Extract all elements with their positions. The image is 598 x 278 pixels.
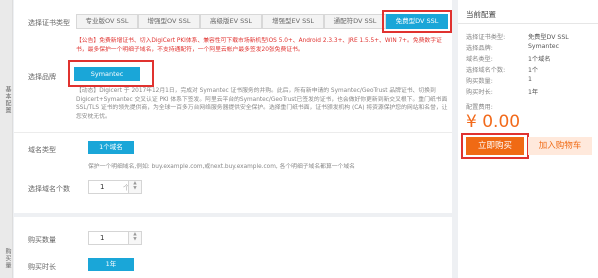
highlight-box-brand [68,60,154,87]
fee-label: 配置费用: [466,104,493,111]
add-to-cart-button[interactable]: 加入购物车 [528,137,592,155]
basic-config-card: 选择证书类型 专业版OV SSL 增强型OV SSL 高级版EV SSL 增强型… [14,0,452,213]
price-value: ¥ 0.00 [466,112,521,132]
domain-count-value: 1 [100,183,105,191]
summary-title: 当前配置 [466,10,496,19]
summary-key: 购买时长: [466,89,493,96]
summary-value: 免费型DV SSL [528,34,569,41]
domain-type-button[interactable]: 1个域名 [88,141,134,154]
config-panel: 选择证书类型 专业版OV SSL 增强型OV SSL 高级版EV SSL 增强型… [14,0,452,278]
order-summary-panel: 当前配置 选择证书类型: 免费型DV SSL 选择品牌: Symantec 域名… [458,0,598,278]
summary-key: 选择证书类型: [466,34,506,41]
summary-divider [458,23,598,24]
purchase-card: 购买数量 1 ▲ ▼ 购买时长 1年 [14,217,452,278]
section-label-basic: 基本配置 [4,86,11,114]
duration-label: 购买时长 [28,263,56,271]
notice-announcement: 【公告】免费新增证书、切入DigiCert PKI体系、兼容性可下载市场新机型i… [76,38,442,53]
notice-digicert: 【动态】Digicert 于 2017年12月1日，完成对 Symantec 证… [76,88,448,120]
left-section-strip: 基本配置 购买量 [0,0,13,278]
quantity-value: 1 [100,234,105,242]
domain-count-stepper[interactable]: 1 个 ▲ ▼ [88,180,142,194]
cert-type-label: 选择证书类型 [28,19,70,27]
summary-value: 1年 [528,89,539,96]
summary-key: 选择域名个数: [466,67,506,74]
stepper-arrows-icon[interactable]: ▲ ▼ [128,232,141,244]
tab-cert-type-0[interactable]: 专业版OV SSL [76,14,138,29]
tab-cert-type-1[interactable]: 增强型OV SSL [138,14,200,29]
domain-type-label: 域名类型 [28,146,56,154]
summary-value: Symantec [528,43,559,50]
summary-value: 1个 [528,67,539,74]
tab-cert-type-4[interactable]: 通配符DV SSL [324,14,386,29]
duration-button[interactable]: 1年 [88,258,134,271]
brand-label: 选择品牌 [28,73,56,81]
divider [14,132,452,133]
quantity-label: 购买数量 [28,236,56,244]
section-label-purchase: 购买量 [4,248,11,269]
stepper-arrows-icon[interactable]: ▲ ▼ [128,181,141,193]
quantity-stepper[interactable]: 1 ▲ ▼ [88,231,142,245]
summary-value: 1个域名 [528,56,551,63]
summary-key: 购买数量: [466,78,493,85]
highlight-box-buy [461,133,529,159]
tab-cert-type-3[interactable]: 增强型EV SSL [262,14,324,29]
summary-key: 选择品牌: [466,45,493,52]
summary-key: 域名类型: [466,56,493,63]
tab-cert-type-2[interactable]: 高级版EV SSL [200,14,262,29]
highlight-box-cert-type [382,10,452,33]
summary-value: 1 [528,76,532,83]
domain-type-hint: 保护一个明细域名,例如: buy.example.com,或next.buy.e… [88,164,355,170]
domain-count-label: 选择域名个数 [28,185,70,193]
